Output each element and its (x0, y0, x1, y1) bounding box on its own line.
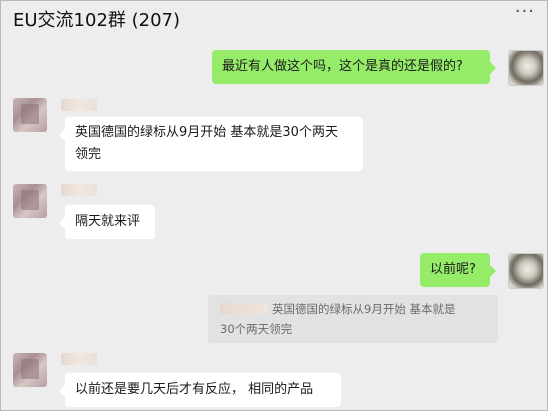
quote-text: 英国德国的绿标从9月开始 基本就是 (272, 302, 456, 316)
chat-title: EU交流102群 (207) (13, 10, 181, 31)
quote-sender-name (220, 303, 268, 314)
message-bubble-other[interactable]: 隔天就来评 (59, 205, 155, 239)
message-text-line: 英国德国的绿标从9月开始 基本就是30个两天 (75, 125, 338, 140)
message-bubble-self[interactable]: 以前呢? (420, 253, 496, 287)
chat-header: EU交流102群 (207) ··· (1, 1, 547, 41)
avatar[interactable] (13, 98, 47, 132)
message-bubble-other[interactable]: 以前还是要几天后才有反应， 相同的产品 (59, 373, 341, 407)
more-options-icon[interactable]: ··· (515, 3, 535, 21)
quote-line: 30个两天领完 (220, 322, 293, 336)
chat-window: EU交流102群 (207) ··· 最近有人做这个吗，这个是真的还是假的? 英… (0, 0, 548, 411)
avatar[interactable] (13, 353, 47, 387)
avatar[interactable] (13, 184, 47, 218)
quoted-message[interactable]: 英国德国的绿标从9月开始 基本就是 30个两天领完 (208, 295, 498, 343)
message-bubble-self[interactable]: 最近有人做这个吗，这个是真的还是假的? (212, 50, 496, 84)
quote-line: 英国德国的绿标从9月开始 基本就是 (220, 299, 490, 319)
avatar[interactable] (508, 253, 544, 289)
message-text-line: 领完 (75, 147, 102, 162)
sender-name (61, 184, 97, 196)
sender-name (61, 99, 97, 111)
avatar[interactable] (508, 50, 544, 86)
message-bubble-other[interactable]: 英国德国的绿标从9月开始 基本就是30个两天 领完 (59, 117, 363, 171)
sender-name (61, 353, 97, 365)
